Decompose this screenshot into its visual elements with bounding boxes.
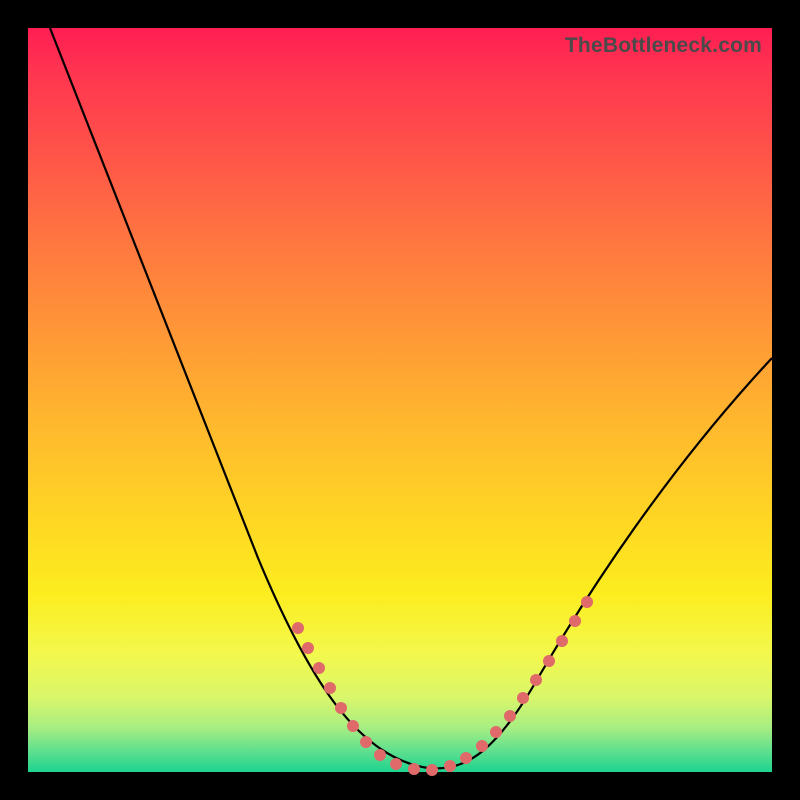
chart-frame: TheBottleneck.com xyxy=(0,0,800,800)
curve-path xyxy=(50,28,772,768)
highlight-dots xyxy=(292,596,593,776)
plot-area: TheBottleneck.com xyxy=(28,28,772,772)
bottleneck-curve xyxy=(28,28,772,772)
